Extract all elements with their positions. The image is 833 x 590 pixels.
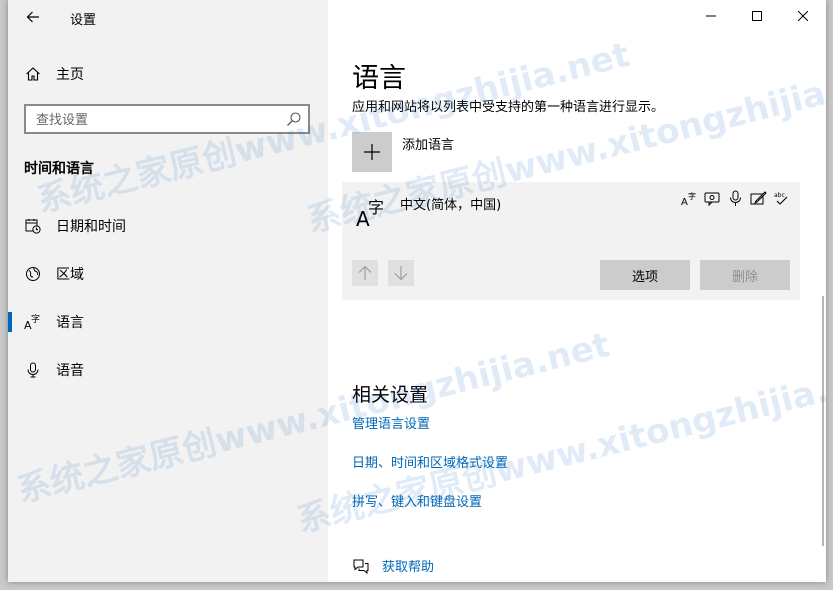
page-description: 应用和网站将以列表中受支持的第一种语言进行显示。 xyxy=(352,100,665,115)
home-icon xyxy=(24,65,42,83)
globe-icon xyxy=(24,265,42,283)
sidebar-item-home[interactable]: 主页 xyxy=(8,54,328,94)
section-heading: 时间和语言 xyxy=(24,161,94,177)
sidebar-item-language[interactable]: A 字 语言 xyxy=(8,302,328,342)
sidebar-item-label: 语言 xyxy=(56,315,84,331)
search-box xyxy=(24,104,310,134)
sidebar-item-region[interactable]: 区域 xyxy=(8,254,328,294)
svg-text:字: 字 xyxy=(688,191,696,201)
maximize-button[interactable] xyxy=(734,0,780,32)
related-settings-heading: 相关设置 xyxy=(352,384,429,406)
close-icon xyxy=(798,11,808,21)
move-down-button[interactable] xyxy=(388,260,414,286)
svg-text:A: A xyxy=(681,197,688,207)
arrow-up-icon xyxy=(358,265,372,280)
add-language-button[interactable] xyxy=(352,132,392,172)
minimize-icon xyxy=(706,15,716,17)
language-name: 中文(简体，中国) xyxy=(400,198,502,213)
remove-button[interactable]: 删除 xyxy=(700,260,790,290)
get-help-link[interactable]: 获取帮助 xyxy=(352,556,434,575)
minimize-button[interactable] xyxy=(688,0,734,32)
speech-recognition-icon xyxy=(727,190,744,207)
settings-window: 设置 主页 时间和语言 xyxy=(8,0,826,582)
sidebar-item-date-time[interactable]: 日期和时间 xyxy=(8,206,328,246)
microphone-icon xyxy=(24,361,42,379)
page-title: 语言 xyxy=(352,63,406,94)
svg-text:字: 字 xyxy=(368,198,384,217)
maximize-icon xyxy=(752,11,762,21)
window-title: 设置 xyxy=(70,13,97,28)
language-icon: A 字 xyxy=(24,313,42,331)
search-icon[interactable] xyxy=(286,111,302,127)
language-card[interactable]: A 字 中文(简体，中国) A 字 abc 选项 删除 xyxy=(342,182,800,300)
svg-text:字: 字 xyxy=(31,313,40,325)
main-content: 语言 应用和网站将以列表中受支持的第一种语言进行显示。 添加语言 A 字 中文(… xyxy=(328,0,826,582)
sidebar-item-label: 语音 xyxy=(56,363,84,379)
scrollbar[interactable] xyxy=(822,296,824,546)
sidebar-item-label: 日期和时间 xyxy=(56,219,126,235)
manage-language-settings-link[interactable]: 管理语言设置 xyxy=(352,413,430,432)
text-to-speech-icon xyxy=(704,190,721,207)
search-input[interactable] xyxy=(26,106,288,134)
close-button[interactable] xyxy=(780,0,826,32)
display-language-icon: A 字 xyxy=(681,190,698,207)
handwriting-icon xyxy=(750,190,767,207)
arrow-down-icon xyxy=(394,266,408,281)
get-help-label: 获取帮助 xyxy=(382,560,435,575)
help-chat-icon xyxy=(353,559,369,574)
language-glyph-icon: A 字 xyxy=(356,198,384,230)
sidebar-item-speech[interactable]: 语音 xyxy=(8,350,328,390)
move-up-button[interactable] xyxy=(352,260,378,286)
add-language-label[interactable]: 添加语言 xyxy=(402,134,454,153)
calendar-clock-icon xyxy=(24,217,42,235)
options-button[interactable]: 选项 xyxy=(600,260,690,290)
language-feature-icons: A 字 abc xyxy=(681,190,790,207)
sidebar-item-label: 主页 xyxy=(56,67,84,83)
spelling-icon: abc xyxy=(773,190,790,207)
plus-icon xyxy=(364,144,380,160)
back-button[interactable] xyxy=(18,4,48,30)
back-arrow-icon xyxy=(26,11,39,23)
date-time-region-format-link[interactable]: 日期、时间和区域格式设置 xyxy=(352,452,508,471)
spelling-typing-keyboard-link[interactable]: 拼写、键入和键盘设置 xyxy=(352,491,482,510)
sidebar: 设置 主页 时间和语言 xyxy=(8,0,328,582)
svg-text:abc: abc xyxy=(774,192,785,199)
sidebar-item-label: 区域 xyxy=(56,267,84,283)
